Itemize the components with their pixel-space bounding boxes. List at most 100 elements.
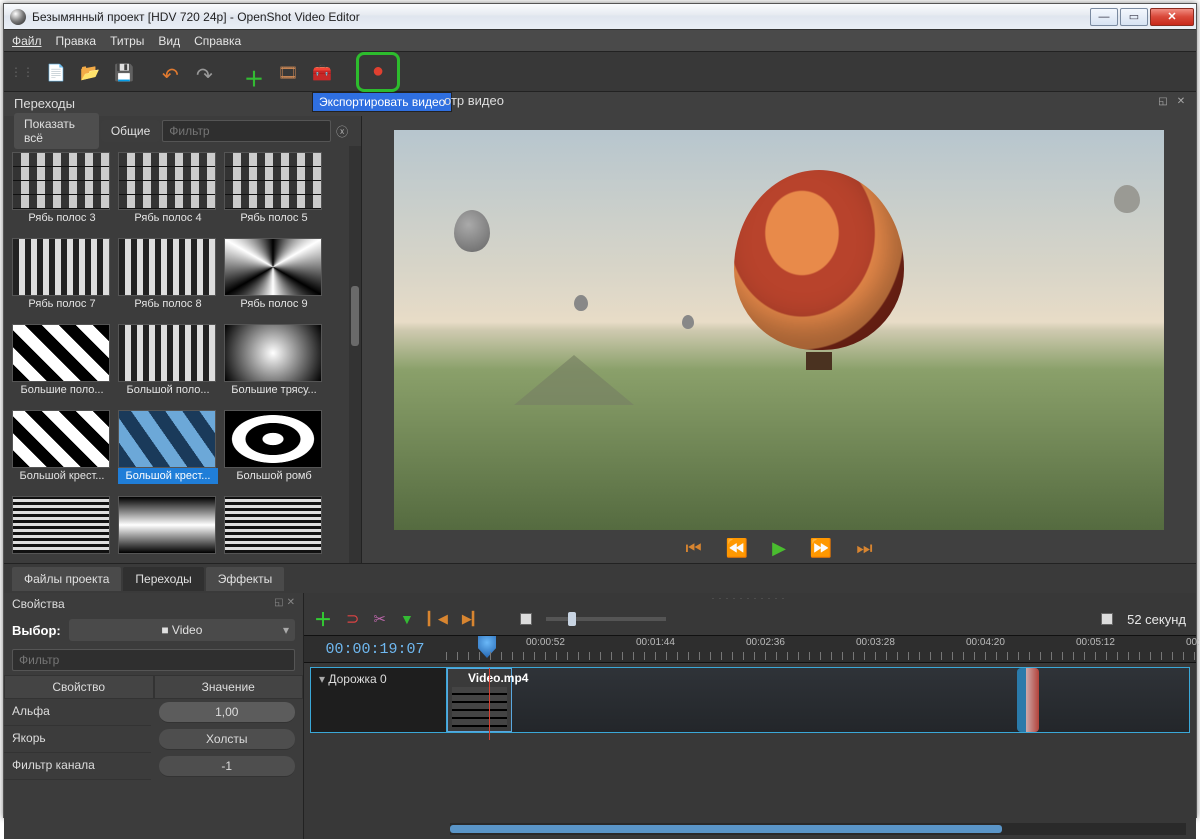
marker-button[interactable]: ▼	[400, 611, 414, 627]
transition-thumb[interactable]	[12, 496, 112, 563]
plus-icon: ＋	[244, 63, 262, 81]
transition-thumb[interactable]: Большие трясу...	[224, 324, 324, 406]
clear-filter-button[interactable]: ⓧ	[333, 123, 351, 140]
transition-filter-input[interactable]	[162, 120, 331, 142]
col-property[interactable]: Свойство	[4, 675, 154, 699]
maximize-button[interactable]: ▭	[1120, 8, 1148, 26]
undo-button[interactable]: ↶	[158, 59, 184, 85]
forward-button[interactable]: ⏩	[810, 538, 832, 559]
transition-thumb[interactable]: Большие поло...	[12, 324, 112, 406]
open-project-button[interactable]: 📂	[76, 59, 102, 85]
timeline-pane: ··········· ＋ ⊃ ✂ ▼ ▎◀ ▶▎ 52 секунд 00:0…	[304, 593, 1196, 839]
rewind-button[interactable]: ⏪	[726, 538, 748, 559]
clip-transition[interactable]	[1017, 668, 1039, 732]
drag-handle[interactable]: ···········	[304, 593, 1196, 603]
snap-button[interactable]: ⊃	[346, 609, 359, 629]
prop-value[interactable]: Холсты	[159, 729, 296, 750]
play-button[interactable]: ▶	[772, 538, 786, 559]
undo-icon: ↶	[162, 63, 180, 81]
scrollbar[interactable]	[349, 146, 361, 563]
transition-thumb[interactable]: Рябь полос 7	[12, 238, 112, 320]
project-tabs: Файлы проекта Переходы Эффекты	[4, 563, 1196, 593]
preview-title: отр видео	[444, 93, 504, 108]
menu-help[interactable]: Справка	[194, 34, 241, 48]
transition-thumb[interactable]: Рябь полос 5	[224, 152, 324, 234]
common-tab[interactable]: Общие	[101, 120, 160, 142]
menu-edit[interactable]: Правка	[56, 34, 97, 48]
transition-thumb[interactable]: Рябь полос 8	[118, 238, 218, 320]
app-icon	[10, 9, 26, 25]
skip-start-button[interactable]: ⏮	[685, 538, 701, 559]
prop-value[interactable]: 1,00	[159, 702, 296, 723]
prev-marker-button[interactable]: ▎◀	[428, 611, 448, 627]
export-highlight: ●	[356, 52, 400, 92]
property-row[interactable]: Альфа1,00	[4, 699, 303, 726]
transition-thumb[interactable]: Большой крест...	[118, 410, 218, 492]
zoom-out-button[interactable]	[520, 613, 532, 625]
video-clip[interactable]: Video.mp4	[447, 668, 512, 732]
timeline-scrollbar[interactable]	[450, 823, 1186, 835]
transition-thumb[interactable]	[224, 496, 324, 563]
thumb-label: Рябь полос 7	[12, 296, 112, 312]
playhead[interactable]	[478, 636, 496, 658]
thumb-label: Большой ромб	[224, 468, 324, 484]
menubar: Файл Правка Титры Вид Справка	[4, 30, 1196, 52]
transitions-pane: Показать всё Общие ⓧ Рябь полос 3 Рябь по…	[4, 116, 362, 563]
next-marker-button[interactable]: ▶▎	[462, 611, 482, 627]
pane-close-icon[interactable]: ✕	[1174, 94, 1188, 108]
pane-close-icon[interactable]: ✕	[287, 597, 295, 611]
property-row[interactable]: ЯкорьХолсты	[4, 726, 303, 753]
transition-thumb[interactable]: Большой крест...	[12, 410, 112, 492]
checkbox[interactable]	[1101, 613, 1113, 625]
transition-thumb[interactable]: Рябь полос 9	[224, 238, 324, 320]
export-video-button[interactable]: ●	[365, 59, 391, 85]
tab-transitions[interactable]: Переходы	[123, 567, 203, 591]
minimize-button[interactable]: —	[1090, 8, 1118, 26]
thumb-label	[12, 554, 112, 558]
save-project-button[interactable]: 💾	[110, 59, 136, 85]
thumb-label: Большой крест...	[12, 468, 112, 484]
new-icon: 📄	[46, 63, 64, 81]
thumb-label	[224, 554, 324, 558]
razor-button[interactable]: ✂	[373, 610, 386, 628]
transition-thumb[interactable]: Большой поло...	[118, 324, 218, 406]
menu-file[interactable]: Файл	[12, 34, 42, 48]
thumb-label: Рябь полос 3	[12, 210, 112, 226]
undock-icon[interactable]: ◱	[274, 597, 283, 611]
menu-view[interactable]: Вид	[158, 34, 180, 48]
ruler-tick: 00:03:28	[856, 637, 895, 648]
redo-button[interactable]: ↷	[192, 59, 218, 85]
tab-effects[interactable]: Эффекты	[206, 567, 285, 591]
timecode[interactable]: 00:00:19:07	[304, 641, 446, 658]
timeline-ruler[interactable]: 00:00:5200:01:4400:02:3600:03:2800:04:20…	[446, 636, 1196, 662]
transitions-grid[interactable]: Рябь полос 3Рябь полос 4Рябь полос 5Рябь…	[4, 146, 361, 563]
transition-thumb[interactable]: Рябь полос 4	[118, 152, 218, 234]
add-track-button[interactable]: ＋	[314, 606, 332, 632]
thumb-label: Большие трясу...	[224, 382, 324, 398]
track-body[interactable]: Video.mp4	[446, 667, 1190, 733]
undock-icon[interactable]: ◱	[1156, 94, 1170, 108]
prop-value[interactable]: -1	[159, 756, 296, 777]
titlebar[interactable]: Безымянный проект [HDV 720 24p] - OpenSh…	[4, 4, 1196, 30]
video-preview[interactable]	[394, 130, 1164, 530]
col-value[interactable]: Значение	[154, 675, 304, 699]
new-project-button[interactable]: 📄	[42, 59, 68, 85]
transition-thumb[interactable]	[118, 496, 218, 563]
add-file-button[interactable]: ＋	[240, 59, 266, 85]
film-button[interactable]: 🎞	[274, 59, 300, 85]
track-header[interactable]: Дорожка 0	[310, 667, 446, 733]
menu-titles[interactable]: Титры	[110, 34, 144, 48]
transition-thumb[interactable]: Рябь полос 3	[12, 152, 112, 234]
ruler-tick: 00:06:04	[1186, 637, 1200, 648]
props-filter-input[interactable]	[12, 649, 295, 671]
transition-thumb[interactable]: Большой ромб	[224, 410, 324, 492]
property-row[interactable]: Фильтр канала-1	[4, 753, 303, 780]
tab-project-files[interactable]: Файлы проекта	[12, 567, 121, 591]
thumb-label: Рябь полос 8	[118, 296, 218, 312]
show-all-tab[interactable]: Показать всё	[14, 113, 99, 149]
props-button[interactable]: 🧰	[308, 59, 334, 85]
zoom-slider[interactable]	[546, 617, 666, 621]
choice-select[interactable]: ■ Video	[69, 619, 295, 641]
skip-end-button[interactable]: ⏭	[856, 538, 872, 559]
close-button[interactable]: ✕	[1150, 8, 1194, 26]
